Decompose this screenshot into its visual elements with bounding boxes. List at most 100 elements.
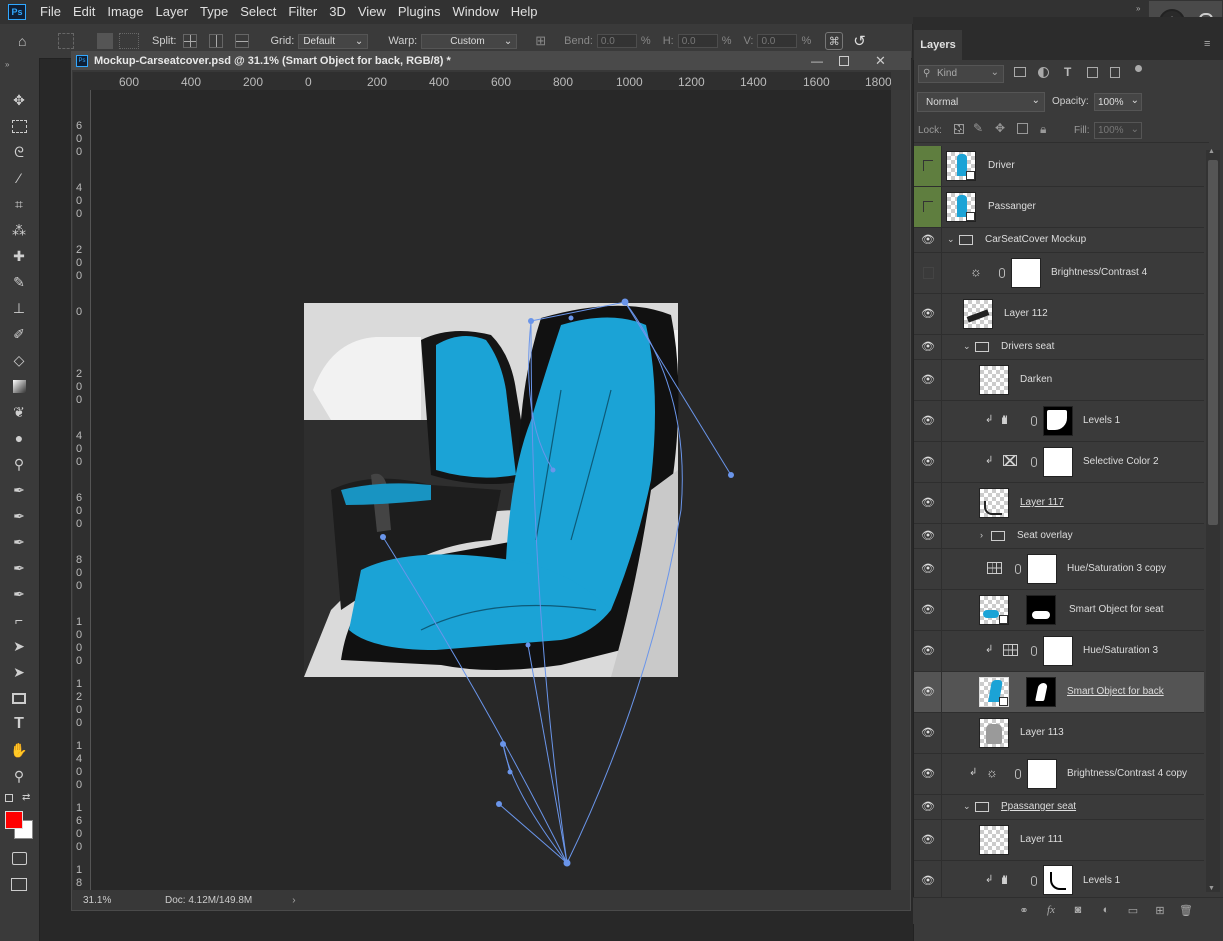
cancel-transform-icon[interactable]: ↺ xyxy=(853,32,866,50)
layer-name[interactable]: Layer 112 xyxy=(1004,308,1048,319)
layer-name[interactable]: Passanger xyxy=(988,201,1036,212)
eraser-tool-icon[interactable]: ◇ xyxy=(9,350,29,370)
layer-row-layer-117[interactable]: 👁︎ Layer 117 xyxy=(914,483,1204,524)
layers-scrollbar[interactable]: ▲ ▼ xyxy=(1206,148,1220,892)
layer-name[interactable]: Brightness/Contrast 4 copy xyxy=(1067,768,1187,779)
filter-toggle-icon[interactable] xyxy=(1135,65,1142,72)
layer-name[interactable]: Selective Color 2 xyxy=(1083,456,1159,467)
eye-icon[interactable]: 👁︎ xyxy=(921,800,935,813)
status-arrow-icon[interactable]: › xyxy=(292,895,295,906)
filter-type-icon[interactable]: T xyxy=(1064,65,1071,79)
lasso-tool-icon[interactable]: ᘓ xyxy=(9,142,29,162)
chain-link-icon[interactable] xyxy=(1031,876,1037,886)
warp-orientation-icon[interactable]: ⊞ xyxy=(535,33,546,49)
foreground-color-swatch[interactable] xyxy=(5,811,23,829)
visibility-toggle[interactable]: 👁︎ xyxy=(914,442,942,482)
menu-window[interactable]: Window xyxy=(446,0,504,24)
eye-icon[interactable]: 👁︎ xyxy=(921,644,935,657)
panel-menu-icon[interactable]: ≡ xyxy=(1204,38,1210,50)
layer-name[interactable]: Ppassanger seat xyxy=(1001,801,1076,812)
layer-row-layer-112[interactable]: 👁︎ Layer 112 xyxy=(914,294,1204,335)
chevron-down-icon[interactable]: ⌄ xyxy=(947,234,955,245)
split-horizontal-icon[interactable] xyxy=(235,34,250,48)
visibility-toggle[interactable]: 👁︎ xyxy=(914,631,942,671)
chain-link-icon[interactable] xyxy=(1031,646,1037,656)
lock-transparent-icon[interactable] xyxy=(954,124,964,134)
blend-mode-select[interactable]: Normal ⌄ xyxy=(917,92,1045,112)
dodge-tool-icon[interactable]: ● xyxy=(9,428,29,448)
layer-row-smart-object-for-back[interactable]: 👁︎ Smart Object for back xyxy=(914,672,1204,713)
grid-dots-icon[interactable] xyxy=(119,33,139,49)
eye-icon[interactable]: 👁︎ xyxy=(921,307,935,320)
burn-tool-icon[interactable]: ⚲ xyxy=(9,454,29,474)
eye-icon[interactable]: 👁︎ xyxy=(921,726,935,739)
layer-name[interactable]: Layer 111 xyxy=(1020,834,1063,845)
menu-help[interactable]: Help xyxy=(505,0,544,24)
layer-name[interactable]: Layer 117 xyxy=(1020,497,1064,508)
layer-name[interactable]: Levels 1 xyxy=(1083,415,1120,426)
convert-point-tool-icon[interactable]: ⌐ xyxy=(9,610,29,630)
layer-name[interactable]: Seat overlay xyxy=(1017,530,1073,541)
lock-position-icon[interactable]: ✥ xyxy=(995,121,1005,135)
visibility-toggle[interactable]: 👁︎ xyxy=(914,335,942,359)
layer-name[interactable]: Brightness/Contrast 4 xyxy=(1051,267,1147,278)
hidden-eye-box[interactable] xyxy=(923,267,934,279)
split-cross-icon[interactable] xyxy=(183,34,198,48)
rectangle-tool-icon[interactable] xyxy=(9,688,29,708)
visibility-toggle[interactable]: 👁︎ xyxy=(914,861,942,897)
lock-pixels-icon[interactable]: ✎ xyxy=(973,121,983,135)
layer-row-levels-1-passanger[interactable]: 👁︎ ↲ ıllıl Levels 1 xyxy=(914,861,1204,897)
visibility-toggle[interactable]: 👁︎ xyxy=(914,483,942,523)
minimize-icon[interactable]: — xyxy=(811,54,823,68)
filter-kind-select[interactable]: ⚲ Kind ⌄ xyxy=(918,65,1004,83)
layer-name[interactable]: Smart Object for seat xyxy=(1069,604,1163,615)
layer-row-selective-color-2[interactable]: 👁︎ ↲ Selective Color 2 xyxy=(914,442,1204,483)
expand-icon[interactable]: » xyxy=(1136,4,1144,13)
layer-row-brightness-contrast-4-copy[interactable]: 👁︎ ↲ ☼ Brightness/Contrast 4 copy xyxy=(914,754,1204,795)
pen-tool-icon[interactable]: ✒ xyxy=(9,480,29,500)
new-group-icon[interactable]: ▭ xyxy=(1126,904,1140,917)
zoom-level[interactable]: 31.1% xyxy=(83,895,143,906)
quick-mask-icon[interactable] xyxy=(9,848,29,868)
visibility-toggle[interactable]: 👁︎ xyxy=(914,294,942,334)
layer-row-levels-1[interactable]: 👁︎ ↲ ıllıl Levels 1 xyxy=(914,401,1204,442)
opacity-input[interactable]: 100% ⌄ xyxy=(1094,93,1142,111)
chevron-right-icon[interactable]: › xyxy=(980,530,983,540)
menu-3d[interactable]: 3D xyxy=(323,0,352,24)
layer-row-layer-113[interactable]: 👁︎ Layer 113 xyxy=(914,713,1204,754)
layer-name[interactable]: Driver xyxy=(988,160,1015,171)
brush-tool-icon[interactable]: ✎ xyxy=(9,272,29,292)
layer-name[interactable]: Levels 1 xyxy=(1083,875,1120,886)
screen-mode-icon[interactable] xyxy=(9,874,29,894)
layer-row-group-seat-overlay[interactable]: 👁︎ › Seat overlay xyxy=(914,524,1204,549)
eye-icon[interactable]: 👁︎ xyxy=(921,340,935,353)
visibility-toggle[interactable] xyxy=(914,253,942,293)
layer-name[interactable]: Darken xyxy=(1020,374,1052,385)
chain-link-icon[interactable] xyxy=(1015,564,1021,574)
home-icon[interactable]: ⌂ xyxy=(18,33,36,49)
grid-select[interactable]: Default ⌄ xyxy=(298,33,369,49)
freeform-pen-tool-icon[interactable]: ✒ xyxy=(9,506,29,526)
layer-name[interactable]: Hue/Saturation 3 xyxy=(1083,645,1158,656)
layer-row-layer-111[interactable]: 👁︎ Layer 111 xyxy=(914,820,1204,861)
layer-name[interactable]: Layer 113 xyxy=(1020,727,1064,738)
gradient-tool-icon[interactable] xyxy=(9,376,29,396)
lock-artboard-icon[interactable] xyxy=(1017,123,1028,134)
history-brush-tool-icon[interactable]: ✐ xyxy=(9,324,29,344)
h-input[interactable]: 0.0 xyxy=(677,34,718,48)
blur-tool-icon[interactable]: ❦ xyxy=(9,402,29,422)
hidden-eye-box[interactable] xyxy=(923,160,933,171)
scroll-thumb[interactable] xyxy=(1208,160,1218,525)
layer-name[interactable]: CarSeatCover Mockup xyxy=(985,234,1086,245)
menu-file[interactable]: File xyxy=(34,0,67,24)
link-layers-icon[interactable]: ⚭ xyxy=(1017,904,1031,917)
add-anchor-tool-icon[interactable]: ✒ xyxy=(9,532,29,552)
add-mask-icon[interactable]: ◙ xyxy=(1071,904,1085,916)
close-document-icon[interactable]: ✕ xyxy=(875,53,886,69)
eye-icon[interactable]: 👁︎ xyxy=(921,833,935,846)
menu-image[interactable]: Image xyxy=(101,0,149,24)
eye-icon[interactable]: 👁︎ xyxy=(921,233,935,246)
layer-row-passanger[interactable]: Passanger xyxy=(914,187,1204,228)
layer-row-group-carseatcover-mockup[interactable]: 👁︎ ⌄ CarSeatCover Mockup xyxy=(914,228,1204,253)
bend-input[interactable]: 0.0 xyxy=(596,34,637,48)
